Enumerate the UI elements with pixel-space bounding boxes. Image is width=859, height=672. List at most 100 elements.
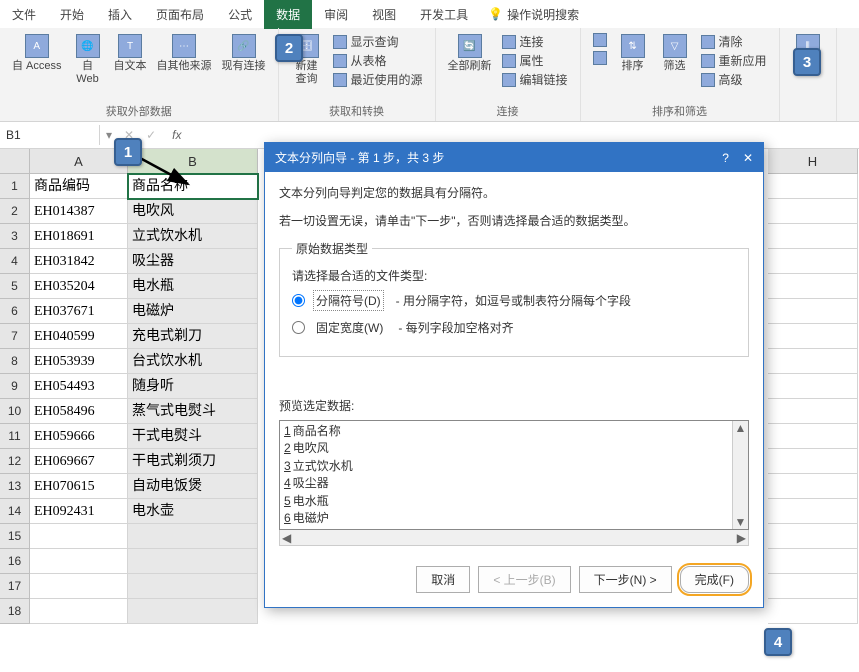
row-header[interactable]: 15	[0, 524, 30, 549]
cell[interactable]: 自动电饭煲	[128, 474, 258, 499]
cell[interactable]	[30, 549, 128, 574]
cell[interactable]: 电磁炉	[128, 299, 258, 324]
row-header[interactable]: 5	[0, 274, 30, 299]
cell[interactable]: 台式饮水机	[128, 349, 258, 374]
cancel-button[interactable]: 取消	[416, 566, 470, 593]
btn-from-access[interactable]: A自 Access	[8, 32, 66, 75]
btn-recent[interactable]: 最近使用的源	[329, 70, 427, 89]
cell[interactable]	[768, 224, 858, 249]
scroll-right-icon[interactable]: ▶	[737, 531, 746, 545]
row-header[interactable]: 14	[0, 499, 30, 524]
cell[interactable]: EH069667	[30, 449, 128, 474]
btn-from-text[interactable]: T自文本	[110, 32, 151, 75]
radio-fixed[interactable]	[292, 321, 305, 334]
formula-bar[interactable]	[191, 132, 859, 138]
cell[interactable]	[768, 249, 858, 274]
tab-insert[interactable]: 插入	[96, 0, 144, 29]
next-button[interactable]: 下一步(N) >	[579, 566, 672, 593]
tab-review[interactable]: 审阅	[312, 0, 360, 29]
cell[interactable]	[768, 599, 858, 624]
cell[interactable]	[768, 549, 858, 574]
scroll-left-icon[interactable]: ◀	[282, 531, 291, 545]
cell[interactable]	[768, 399, 858, 424]
row-header[interactable]: 6	[0, 299, 30, 324]
tab-file[interactable]: 文件	[0, 0, 48, 29]
cell[interactable]	[768, 474, 858, 499]
row-header[interactable]: 9	[0, 374, 30, 399]
col-header-H[interactable]: H	[768, 149, 858, 174]
btn-advanced[interactable]: 高级	[697, 70, 747, 89]
cell[interactable]: 干电式剃须刀	[128, 449, 258, 474]
cell[interactable]: 电水瓶	[128, 274, 258, 299]
row-header[interactable]: 17	[0, 574, 30, 599]
cell[interactable]	[768, 299, 858, 324]
btn-from-table[interactable]: 从表格	[329, 51, 391, 70]
tab-help[interactable]: 💡操作说明搜索	[480, 0, 587, 29]
btn-sort-asc[interactable]	[589, 32, 611, 48]
cell[interactable]: 干式电熨斗	[128, 424, 258, 449]
row-header[interactable]: 1	[0, 174, 30, 199]
radio-fixed-row[interactable]: 固定宽度(W) - 每列字段加空格对齐	[292, 317, 736, 338]
close-icon[interactable]: ✕	[743, 151, 753, 165]
cell[interactable]: EH035204	[30, 274, 128, 299]
cell[interactable]	[768, 349, 858, 374]
cell[interactable]: EH058496	[30, 399, 128, 424]
cell[interactable]	[768, 574, 858, 599]
cell[interactable]: 电水壶	[128, 499, 258, 524]
finish-button[interactable]: 完成(F)	[680, 566, 749, 593]
btn-sort-desc[interactable]	[589, 50, 611, 66]
row-header[interactable]: 18	[0, 599, 30, 624]
cell[interactable]: EH054493	[30, 374, 128, 399]
btn-existing-conn[interactable]: 🔗现有连接	[218, 32, 270, 75]
cell[interactable]	[768, 449, 858, 474]
btn-show-query[interactable]: 显示查询	[329, 32, 403, 51]
cell[interactable]	[30, 524, 128, 549]
btn-edit-links[interactable]: 编辑链接	[498, 70, 572, 89]
cell[interactable]	[128, 524, 258, 549]
cell[interactable]: EH040599	[30, 324, 128, 349]
tab-home[interactable]: 开始	[48, 0, 96, 29]
cell[interactable]: EH092431	[30, 499, 128, 524]
cell[interactable]: EH070615	[30, 474, 128, 499]
tab-formula[interactable]: 公式	[216, 0, 264, 29]
cell[interactable]	[768, 174, 858, 199]
cell[interactable]: EH031842	[30, 249, 128, 274]
cell[interactable]	[768, 524, 858, 549]
help-icon[interactable]: ?	[722, 151, 729, 165]
cell[interactable]: 商品编码	[30, 174, 128, 199]
cell[interactable]	[128, 549, 258, 574]
cell[interactable]: 随身听	[128, 374, 258, 399]
cell[interactable]	[768, 324, 858, 349]
btn-reapply[interactable]: 重新应用	[697, 51, 771, 70]
cell[interactable]: 充电式剃刀	[128, 324, 258, 349]
btn-clear-filter[interactable]: 清除	[697, 32, 747, 51]
btn-from-other[interactable]: ⋯自其他来源	[153, 32, 216, 75]
btn-filter[interactable]: ▽筛选	[655, 32, 695, 75]
preview-scrollbar-v[interactable]: ▲▼	[732, 421, 748, 529]
btn-sort[interactable]: ⇅排序	[613, 32, 653, 75]
cell[interactable]: EH059666	[30, 424, 128, 449]
enter-icon[interactable]: ✓	[140, 128, 162, 142]
scroll-down-icon[interactable]: ▼	[735, 515, 747, 529]
cell[interactable]: EH037671	[30, 299, 128, 324]
dialog-titlebar[interactable]: 文本分列向导 - 第 1 步，共 3 步 ? ✕	[265, 143, 763, 172]
cell[interactable]	[768, 499, 858, 524]
cell[interactable]: 立式饮水机	[128, 224, 258, 249]
radio-delimited-row[interactable]: 分隔符号(D) - 用分隔字符，如逗号或制表符分隔每个字段	[292, 290, 736, 311]
cell[interactable]: 蒸气式电熨斗	[128, 399, 258, 424]
tab-view[interactable]: 视图	[360, 0, 408, 29]
row-header[interactable]: 7	[0, 324, 30, 349]
row-header[interactable]: 13	[0, 474, 30, 499]
tab-data[interactable]: 数据	[264, 0, 312, 29]
cell[interactable]	[768, 274, 858, 299]
row-header[interactable]: 3	[0, 224, 30, 249]
cell[interactable]: 电吹风	[128, 199, 258, 224]
row-header[interactable]: 11	[0, 424, 30, 449]
cell[interactable]: EH014387	[30, 199, 128, 224]
row-header[interactable]: 16	[0, 549, 30, 574]
tab-layout[interactable]: 页面布局	[144, 0, 216, 29]
row-header[interactable]: 4	[0, 249, 30, 274]
cell[interactable]	[128, 599, 258, 624]
btn-from-web[interactable]: 🌐自 Web	[68, 32, 108, 88]
row-header[interactable]: 12	[0, 449, 30, 474]
